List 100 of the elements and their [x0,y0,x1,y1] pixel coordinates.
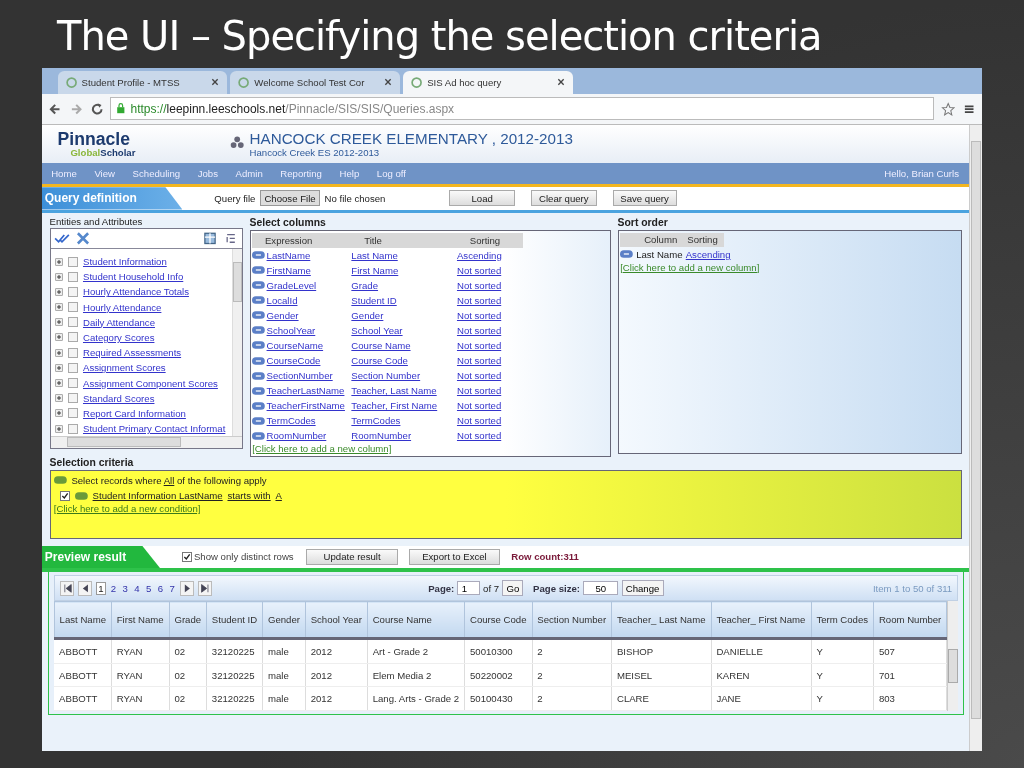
browser-tab[interactable]: Welcome School Test Cor [230,71,400,94]
expression-link[interactable]: CourseName [266,339,324,351]
expand-icon[interactable] [55,318,64,327]
expand-icon[interactable] [55,379,64,387]
close-icon[interactable] [556,78,565,87]
entity-link[interactable]: Student Primary Contact Informat [83,423,226,435]
column-header[interactable]: First Name [111,601,170,639]
expression-link[interactable]: LocalId [266,294,298,306]
checkbox[interactable] [68,347,79,358]
column-header[interactable]: Course Code [464,601,532,639]
expression-link[interactable]: GradeLevel [266,279,317,291]
remove-icon[interactable] [620,250,633,259]
value-link[interactable]: A [275,490,282,501]
title-link[interactable]: RoomNumber [351,430,412,442]
browser-tab[interactable]: Student Profile - MTSS [57,71,228,94]
title-link[interactable]: First Name [351,264,399,276]
checkbox[interactable] [68,393,79,404]
column-header[interactable]: Last Name [54,601,112,639]
remove-icon[interactable] [252,311,265,320]
column-header[interactable]: Gender [262,601,306,639]
remove-icon[interactable] [252,251,265,260]
browser-tab[interactable]: SIS Ad hoc query [403,71,573,94]
entity-link[interactable]: Assignment Component Scores [83,377,218,389]
sorting-link[interactable]: Not sorted [456,415,502,427]
sorting-link[interactable]: Not sorted [456,309,502,321]
entity-link[interactable]: Hourly Attendance Totals [83,286,189,298]
entity-link[interactable]: Hourly Attendance [83,301,162,313]
page-link[interactable]: 6 [156,582,165,594]
query-button[interactable]: Clear query [531,190,597,207]
expression-link[interactable]: RoomNumber [266,430,327,442]
close-icon[interactable] [383,78,392,87]
checkbox[interactable] [60,490,71,501]
expand-icon[interactable] [55,394,64,403]
remove-icon[interactable] [252,386,265,395]
page-link[interactable]: 1 [95,581,107,595]
entity-link[interactable]: Daily Attendance [83,316,155,328]
column-header[interactable]: Teacher_ Last Name [611,601,712,639]
check-all-icon[interactable] [53,232,70,245]
sorting-link[interactable]: Not sorted [456,400,502,412]
title-link[interactable]: TermCodes [351,415,401,427]
sorting-link[interactable]: Not sorted [456,339,502,351]
column-header[interactable]: School Year [305,601,368,639]
query-button[interactable]: Load [449,190,515,207]
sorting-link[interactable]: Not sorted [456,430,502,442]
add-column-link[interactable]: [Click here to add a new column] [252,443,609,455]
column-header[interactable]: Term Codes [811,601,874,639]
star-icon[interactable] [940,101,956,116]
back-icon[interactable] [48,101,63,116]
last-page-icon[interactable] [197,580,213,596]
page-link[interactable]: 2 [109,582,118,594]
sorting-link[interactable]: Not sorted [456,370,502,382]
remove-icon[interactable] [252,356,265,365]
expression-link[interactable]: TeacherFirstName [266,400,345,412]
expression-link[interactable]: LastName [266,249,311,261]
entity-link[interactable]: Required Assessments [83,347,182,359]
title-link[interactable]: Grade [351,279,379,291]
layout-icon[interactable] [202,232,219,245]
sorting-link[interactable]: Not sorted [456,355,502,366]
operator-link[interactable]: starts with [227,490,271,501]
title-link[interactable]: Teacher, First Name [351,400,438,412]
field-link[interactable]: Student Information LastName [92,490,223,501]
sorting-link[interactable]: Not sorted [456,294,502,306]
column-header[interactable]: Student ID [206,601,263,639]
checkbox[interactable] [68,378,79,388]
previous-page-icon[interactable] [77,580,93,596]
page-link[interactable]: 3 [121,582,130,594]
scrollbar[interactable] [50,436,243,449]
title-link[interactable]: Last Name [351,249,398,261]
expand-icon[interactable] [55,257,64,266]
preview-button[interactable]: Update result [306,548,398,565]
title-link[interactable]: Gender [351,309,384,321]
page-field[interactable]: 1 [457,581,480,596]
checkbox[interactable] [68,256,79,267]
column-header[interactable]: Teacher_ First Name [711,601,812,639]
checkbox[interactable] [68,362,79,373]
column-header[interactable]: Room Number [873,601,947,639]
expression-link[interactable]: Gender [266,309,299,321]
remove-icon[interactable] [252,266,265,275]
entity-link[interactable]: Student Information [83,256,167,267]
remove-icon[interactable] [252,371,265,380]
remove-icon[interactable] [252,401,265,410]
choose-file-button[interactable]: Choose File [260,190,320,207]
title-link[interactable]: Student ID [351,294,397,306]
entity-link[interactable]: Standard Scores [83,392,155,404]
add-condition-link[interactable]: [Click here to add a new condition] [53,503,958,515]
close-icon[interactable] [211,78,220,87]
expand-icon[interactable] [55,272,64,281]
remove-icon[interactable] [252,326,265,335]
sorting-link[interactable]: Not sorted [456,279,502,291]
remove-icon[interactable] [252,281,265,290]
scrollbar[interactable] [947,601,958,711]
entity-link[interactable]: Category Scores [83,331,155,343]
title-link[interactable]: School Year [351,324,403,336]
expression-link[interactable]: CourseCode [266,355,321,366]
expression-link[interactable]: FirstName [266,264,311,276]
query-button[interactable]: Save query [612,190,677,207]
sorting-link[interactable]: Not sorted [456,264,502,276]
change-button[interactable]: Change [621,580,664,597]
reload-icon[interactable] [89,101,104,116]
title-link[interactable]: Teacher, Last Name [351,385,437,397]
